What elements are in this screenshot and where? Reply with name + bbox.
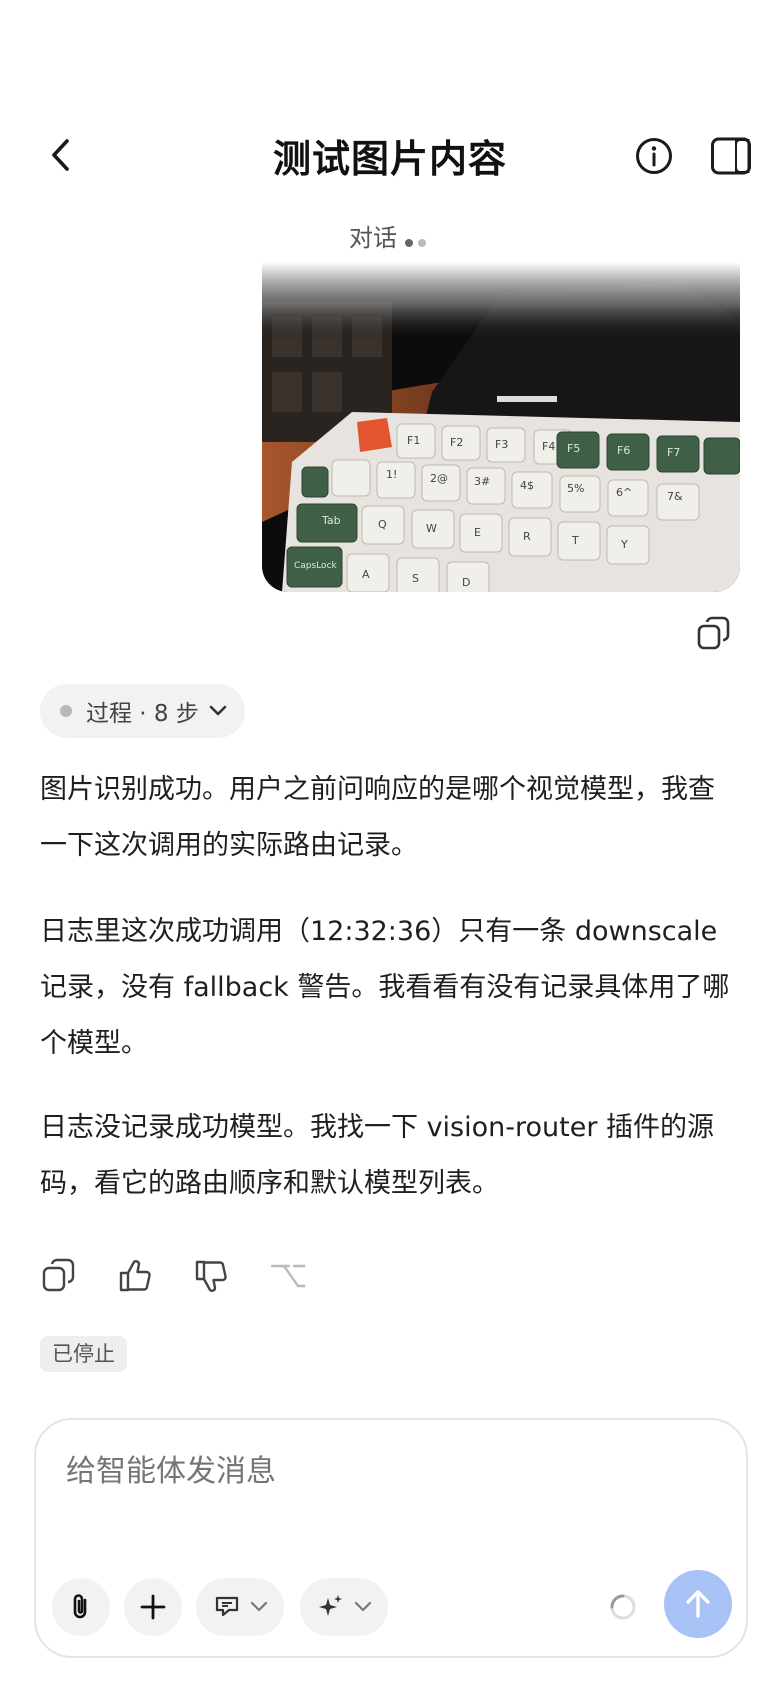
user-photo-keyboard[interactable]: F1 F2 F3 F4 F5 F6 F7 1! 2@ 3# 4$ 5% 6^ 7… — [262, 262, 740, 592]
enhance-selector[interactable] — [300, 1578, 388, 1636]
conversation-subtitle: 对话 — [0, 218, 780, 253]
loading-spinner-icon — [610, 1594, 636, 1620]
chevron-down-icon — [250, 1601, 268, 1612]
copy-user-message-button[interactable] — [694, 614, 734, 654]
paperclip-icon — [73, 1594, 87, 1619]
branch-icon — [270, 1264, 306, 1288]
thumbs-down-button[interactable] — [192, 1256, 232, 1296]
branch-button[interactable] — [268, 1256, 308, 1296]
assistant-paragraph: 日志里这次成功调用（12:32:36）只有一条 downscale 记录，没有 … — [40, 916, 730, 1059]
arrow-up-icon — [686, 1590, 710, 1618]
copy-button[interactable] — [40, 1256, 80, 1296]
process-label: 过程 · 8 步 — [86, 701, 199, 727]
model-selector[interactable] — [196, 1578, 284, 1636]
thumbs-up-button[interactable] — [116, 1256, 156, 1296]
thumbs-down-icon — [195, 1260, 227, 1292]
subtitle-text: 对话 — [349, 224, 397, 252]
copy-icon — [42, 1258, 75, 1292]
process-steps-toggle[interactable]: 过程 · 8 步 — [40, 684, 245, 738]
add-button[interactable] — [124, 1578, 182, 1636]
keyboard-photo: F1 F2 F3 F4 F5 F6 F7 1! 2@ 3# 4$ 5% 6^ 7… — [262, 262, 740, 592]
header: 测试图片内容 对话 — [0, 0, 780, 252]
chevron-down-icon — [354, 1601, 372, 1612]
message-composer — [34, 1418, 748, 1658]
assistant-paragraph: 日志没记录成功模型。我找一下 vision-router 插件的源码，看它的路由… — [40, 1112, 715, 1199]
thumbs-up-icon — [119, 1260, 151, 1292]
chat-edit-icon — [215, 1596, 239, 1617]
sidebar-toggle-button[interactable] — [710, 136, 752, 176]
sparkle-icon — [319, 1595, 342, 1616]
copy-icon — [697, 616, 730, 650]
send-button[interactable] — [664, 1570, 732, 1638]
message-input[interactable] — [66, 1454, 706, 1489]
info-button[interactable] — [634, 136, 674, 176]
chevron-down-icon — [209, 705, 227, 716]
info-icon — [636, 138, 672, 174]
status-badge: 已停止 — [40, 1336, 127, 1372]
status-dot — [60, 705, 72, 717]
typing-dots — [405, 225, 431, 253]
plus-icon — [140, 1594, 166, 1620]
message-actions — [40, 1256, 344, 1300]
attach-button[interactable] — [52, 1578, 110, 1636]
assistant-paragraph: 图片识别成功。用户之前问响应的是哪个视觉模型，我查一下这次调用的实际路由记录。 — [40, 774, 715, 861]
sidebar-panel-icon — [711, 137, 751, 175]
